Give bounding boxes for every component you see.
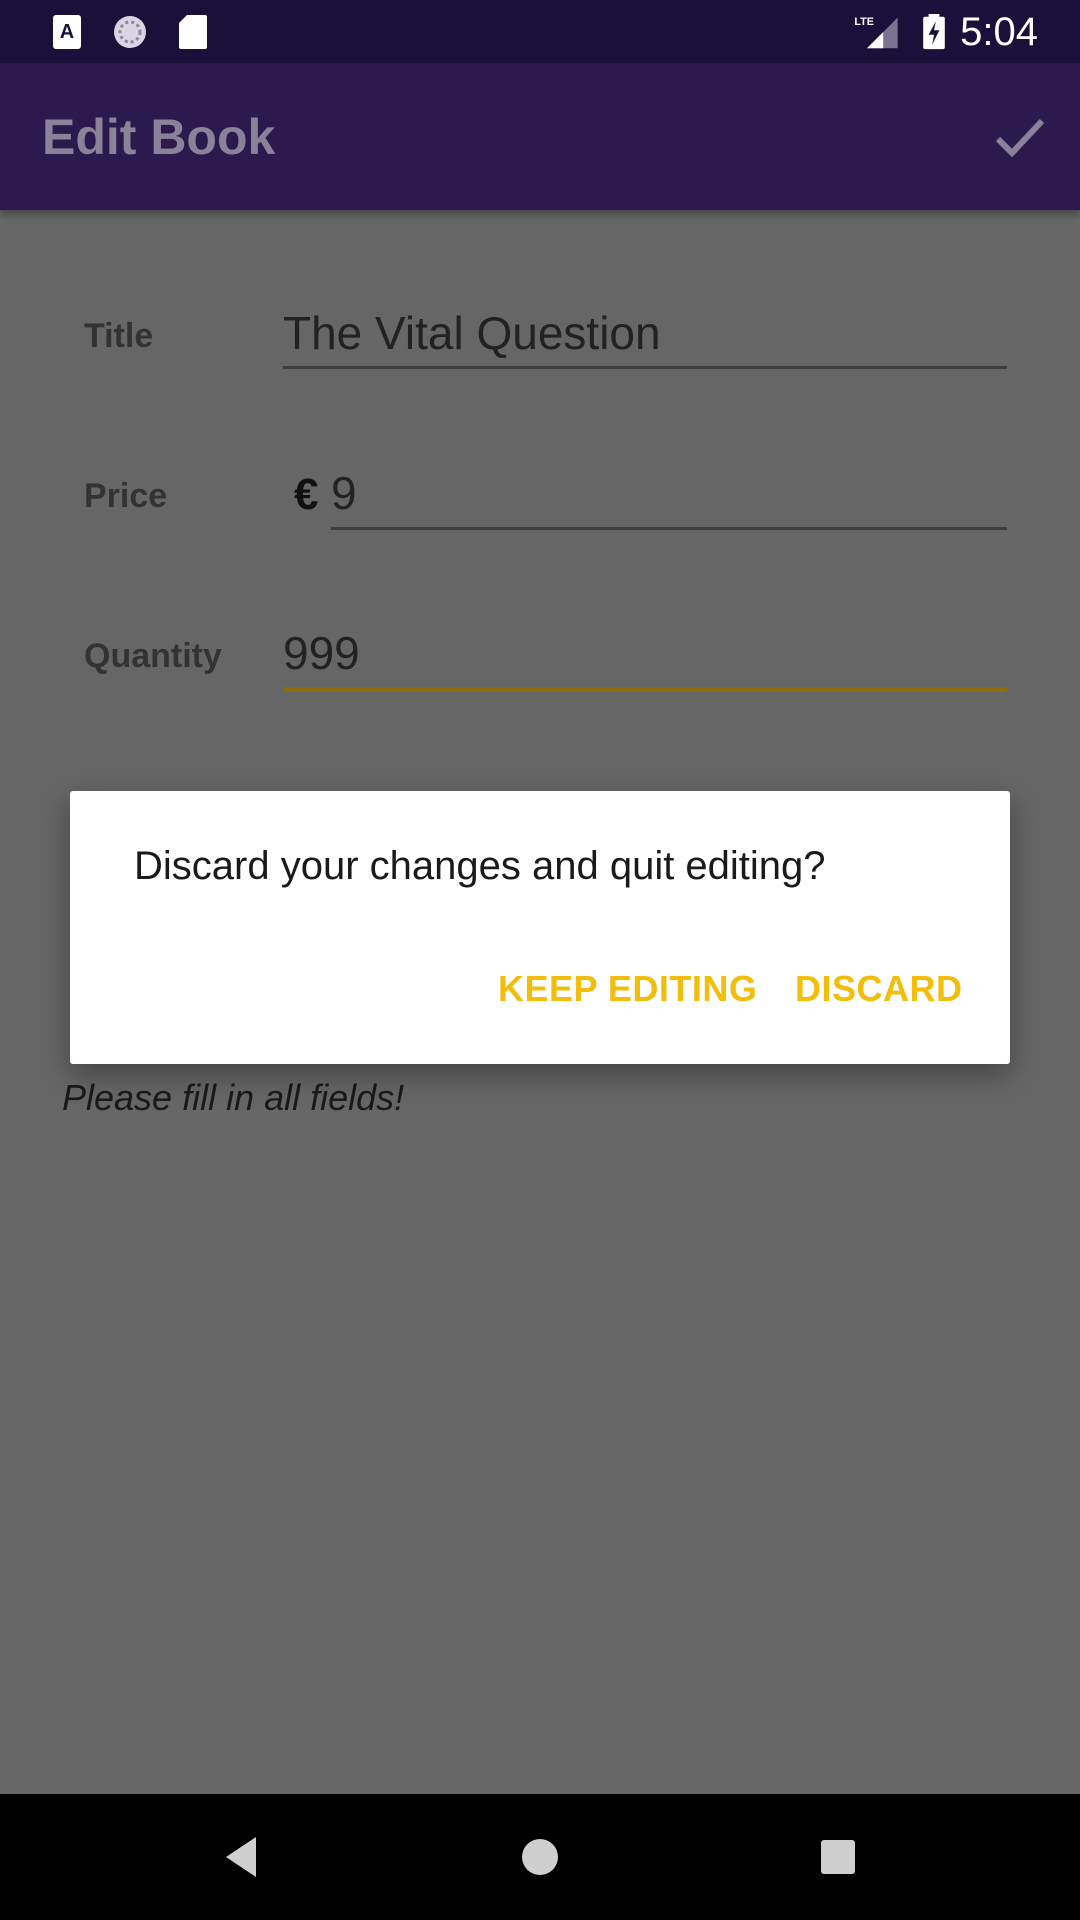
home-icon[interactable] bbox=[512, 1829, 568, 1885]
recents-icon[interactable] bbox=[810, 1829, 866, 1885]
sync-icon bbox=[114, 16, 146, 48]
text-icon: A bbox=[53, 15, 81, 49]
svg-text:LTE: LTE bbox=[854, 16, 874, 28]
price-field[interactable]: 9 bbox=[331, 466, 357, 520]
currency-symbol: € bbox=[294, 470, 319, 519]
sd-card-icon bbox=[179, 15, 207, 49]
price-field-underline bbox=[331, 527, 1007, 530]
validation-hint: Please fill in all fields! bbox=[62, 1077, 405, 1118]
page-title: Edit Book bbox=[42, 109, 276, 165]
save-check-button[interactable] bbox=[988, 105, 1052, 169]
quantity-field[interactable]: 999 bbox=[283, 626, 360, 680]
title-field-underline bbox=[283, 366, 1007, 369]
back-icon[interactable] bbox=[214, 1829, 270, 1885]
price-label: Price bbox=[84, 477, 168, 515]
keep-editing-button[interactable]: KEEP EDITING bbox=[498, 967, 757, 1011]
navigation-bar bbox=[0, 1794, 1080, 1920]
battery-charging-icon bbox=[923, 14, 945, 50]
svg-text:A: A bbox=[60, 21, 74, 43]
status-bar: A LTE 5:04 bbox=[0, 0, 1080, 63]
quantity-label: Quantity bbox=[84, 637, 222, 675]
app-bar: Edit Book bbox=[0, 63, 1080, 210]
status-time: 5:04 bbox=[960, 10, 1038, 54]
title-label: Title bbox=[84, 317, 154, 355]
quantity-field-underline bbox=[283, 687, 1007, 692]
dialog-message: Discard your changes and quit editing? bbox=[134, 844, 826, 888]
discard-dialog: Discard your changes and quit editing? K… bbox=[70, 791, 1010, 1064]
discard-button[interactable]: DISCARD bbox=[795, 967, 963, 1011]
lte-signal-icon: LTE bbox=[854, 16, 898, 49]
title-field[interactable]: The Vital Question bbox=[283, 306, 661, 360]
